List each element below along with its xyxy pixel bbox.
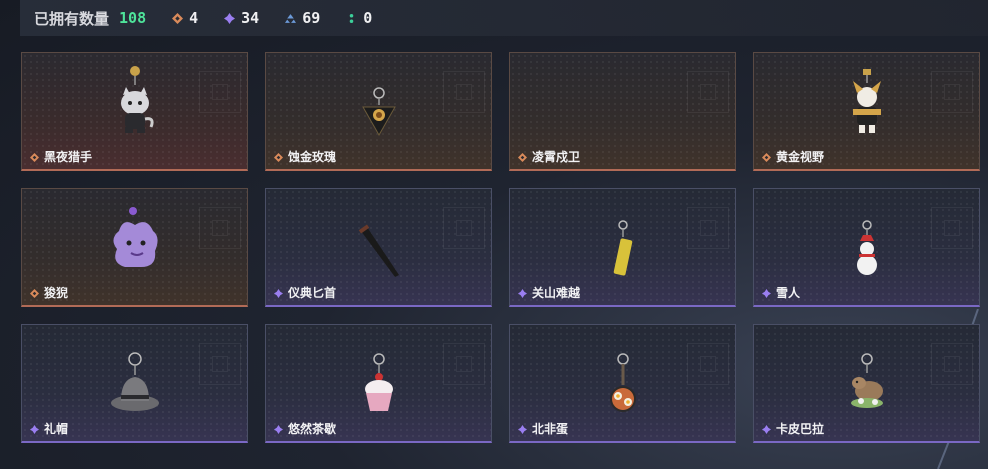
- stat-blue: 69: [285, 9, 320, 27]
- charm-name: 卡皮巴拉: [776, 422, 825, 436]
- blue-triangle-icon: [285, 13, 297, 23]
- ceremonial-dagger-charm-icon: [358, 224, 399, 277]
- charm-card-suanni[interactable]: 狻猊: [21, 188, 248, 307]
- charm-name: 狻猊: [44, 286, 69, 300]
- charm-name: 凌霄戍卫: [532, 150, 581, 164]
- card-decoration: [199, 207, 241, 249]
- charm-card-sky-guard[interactable]: 凌霄戍卫: [509, 52, 736, 171]
- orange-rarity-icon: [274, 153, 283, 162]
- purple-diamond-icon: [224, 12, 236, 24]
- card-decoration: [931, 71, 973, 113]
- owned-count-value: 108: [119, 9, 147, 27]
- orange-rarity-icon: [762, 153, 771, 162]
- charm-card-golden-bar[interactable]: 关山难越: [509, 188, 736, 307]
- charm-card-golden-rose[interactable]: 蚀金玫瑰: [265, 52, 492, 171]
- card-decoration: [687, 207, 729, 249]
- charm-name: 黄金视野: [776, 150, 825, 164]
- suanni-lion-charm-icon: [112, 207, 158, 267]
- card-decoration: [931, 207, 973, 249]
- orange-rarity-icon: [30, 289, 39, 298]
- owned-count-label: 已拥有数量: [34, 9, 110, 28]
- card-decoration: [443, 343, 485, 385]
- stat-blue-value: 69: [302, 9, 321, 27]
- stat-green-value: 0: [363, 9, 373, 27]
- charm-card-fedora[interactable]: 礼帽: [21, 324, 248, 443]
- fedora-hat-charm-icon: [110, 352, 159, 411]
- charm-name: 雪人: [776, 286, 801, 300]
- charm-card-ceremonial-dagger[interactable]: 仪典匕首: [265, 188, 492, 307]
- purple-rarity-icon: [30, 425, 39, 434]
- stat-purple-value: 34: [241, 9, 260, 27]
- charm-card-cupcake[interactable]: 悠然茶歇: [265, 324, 492, 443]
- charm-name: 蚀金玫瑰: [288, 150, 337, 164]
- orange-rarity-icon: [30, 153, 39, 162]
- capybara-charm-icon: [850, 353, 883, 408]
- charm-card-black-night-hunter[interactable]: 黑夜猎手: [21, 52, 248, 171]
- shakshuka-pan-charm-icon: [609, 353, 636, 412]
- charm-name: 仪典匕首: [288, 286, 337, 300]
- charm-name: 关山难越: [532, 286, 581, 300]
- purple-rarity-icon: [274, 289, 283, 298]
- charm-card-snowman[interactable]: 雪人: [753, 188, 980, 307]
- purple-rarity-icon: [518, 425, 527, 434]
- black-night-hunter-charm-icon: [120, 66, 154, 133]
- charm-name: 北非蛋: [532, 422, 569, 436]
- orange-rarity-icon: [518, 153, 527, 162]
- purple-rarity-icon: [762, 425, 771, 434]
- stat-green: 0: [346, 9, 372, 27]
- orange-diamond-icon: [172, 12, 184, 24]
- golden-rose-charm-icon: [361, 87, 396, 137]
- charm-name: 礼帽: [44, 422, 69, 436]
- cupcake-charm-icon: [364, 353, 393, 411]
- card-decoration: [443, 71, 485, 113]
- purple-rarity-icon: [518, 289, 527, 298]
- purple-rarity-icon: [762, 289, 771, 298]
- inventory-header: 已拥有数量 108 4 34 69 0: [20, 0, 988, 36]
- card-decoration: [687, 71, 729, 113]
- charm-card-shakshuka[interactable]: 北非蛋: [509, 324, 736, 443]
- golden-bar-charm-icon: [613, 220, 632, 276]
- card-decoration: [199, 343, 241, 385]
- purple-rarity-icon: [274, 425, 283, 434]
- stat-orange-value: 4: [189, 9, 199, 27]
- stat-orange: 4: [172, 9, 198, 27]
- card-decoration: [199, 71, 241, 113]
- charm-name: 黑夜猎手: [44, 150, 93, 164]
- card-decoration: [687, 343, 729, 385]
- card-decoration: [931, 343, 973, 385]
- charm-card-golden-vision[interactable]: 黄金视野: [753, 52, 980, 171]
- golden-vision-charm-icon: [852, 69, 881, 133]
- charm-card-capybara[interactable]: 卡皮巴拉: [753, 324, 980, 443]
- charm-name: 悠然茶歇: [288, 422, 337, 436]
- green-dots-icon: [350, 13, 354, 23]
- card-decoration: [443, 207, 485, 249]
- stat-purple: 34: [224, 9, 259, 27]
- snowman-charm-icon: [856, 220, 877, 275]
